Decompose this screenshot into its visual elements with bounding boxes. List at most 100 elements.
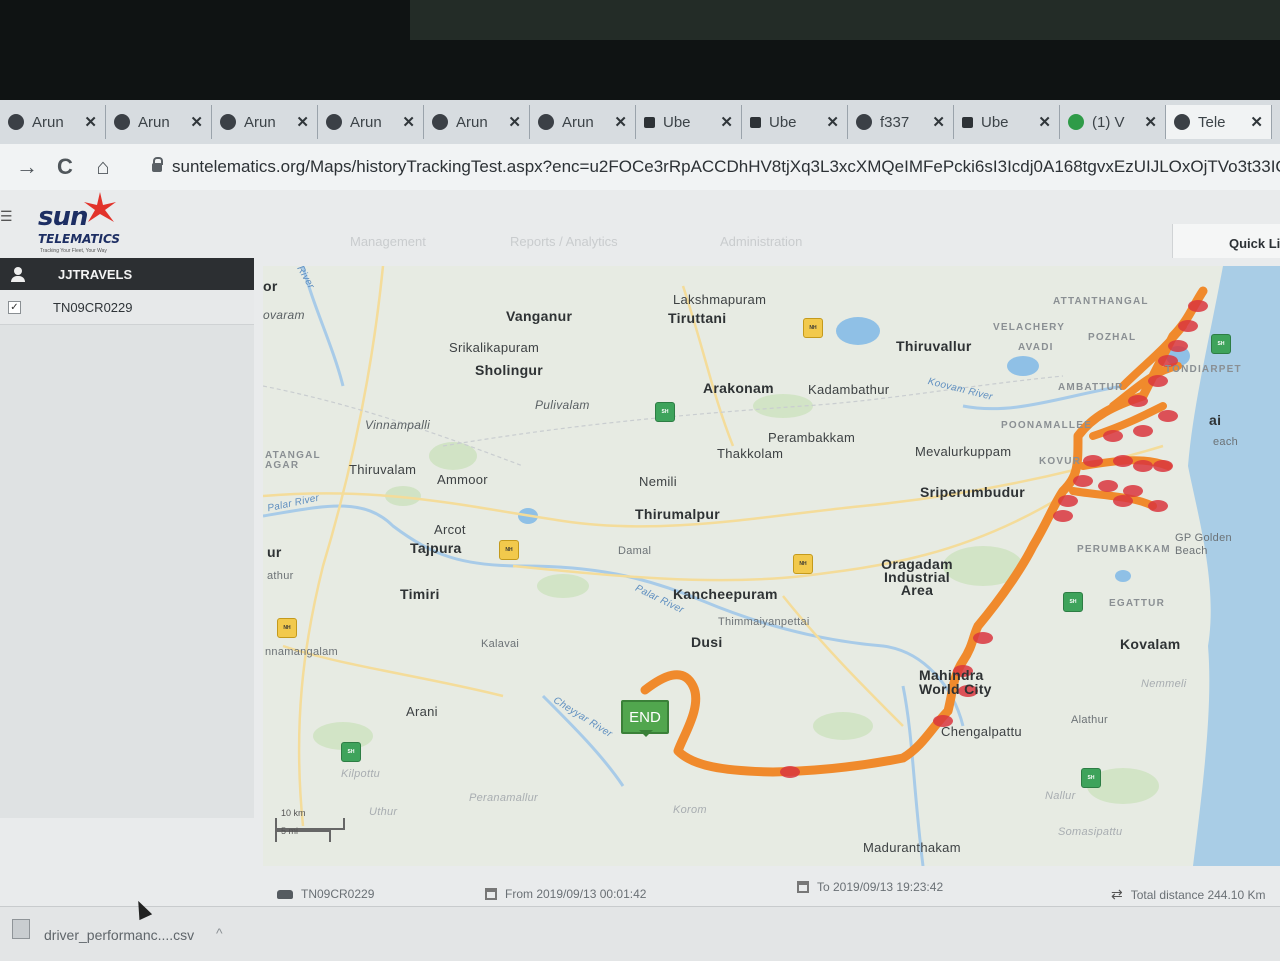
- tab-title: Tele: [1198, 113, 1226, 131]
- browser-tab[interactable]: Arun ✕: [424, 105, 530, 139]
- highway-shield-icon: SH: [1081, 768, 1101, 788]
- map-view[interactable]: Vanganur Lakshmapuram Tiruttani ATTANTHA…: [263, 266, 1280, 866]
- stop-marker[interactable]: [1148, 500, 1168, 512]
- stop-marker[interactable]: [1148, 375, 1168, 387]
- map-label: Sholingur: [475, 362, 544, 378]
- browser-tab[interactable]: Ube ✕: [742, 105, 848, 139]
- stop-marker[interactable]: [1113, 455, 1133, 467]
- close-tab-icon[interactable]: ✕: [1250, 113, 1263, 131]
- globe-icon: [8, 114, 24, 130]
- map-label: Nemmeli: [1141, 678, 1187, 690]
- highway-shield-icon: NH: [793, 554, 813, 574]
- close-tab-icon[interactable]: ✕: [1144, 113, 1157, 131]
- close-tab-icon[interactable]: ✕: [296, 113, 309, 131]
- browser-tab[interactable]: Arun ✕: [318, 105, 424, 139]
- top-nav: Management Reports / Analytics Administr…: [300, 234, 1000, 258]
- highway-shield-icon: SH: [1063, 592, 1083, 612]
- map-label: Maduranthakam: [863, 840, 961, 855]
- browser-tab[interactable]: Tele ✕: [1166, 105, 1272, 139]
- user-bar[interactable]: JJTRAVELS: [0, 258, 254, 290]
- globe-icon: [114, 114, 130, 130]
- stop-marker[interactable]: [1058, 495, 1078, 507]
- suntelematics-logo: sun TELEMATICS Tracking Your Fleet, Your…: [36, 192, 146, 256]
- logo-subtext: TELEMATICS: [38, 232, 120, 246]
- browser-tab[interactable]: (1) V ✕: [1060, 105, 1166, 139]
- car-icon: [277, 889, 293, 899]
- close-tab-icon[interactable]: ✕: [720, 113, 733, 131]
- browser-tab[interactable]: Arun ✕: [530, 105, 636, 139]
- chevron-up-icon[interactable]: ^: [216, 925, 223, 941]
- stop-marker[interactable]: [1158, 410, 1178, 422]
- square-icon: [644, 116, 655, 128]
- highway-shield-icon: NH: [803, 318, 823, 338]
- map-label: or: [263, 278, 278, 294]
- map-label: PERUMBAKKAM: [1077, 544, 1171, 555]
- forward-button[interactable]: →: [8, 154, 46, 180]
- download-file-name[interactable]: driver_performanc....csv: [44, 927, 194, 943]
- map-label: Tiruttani: [668, 310, 727, 326]
- download-bar: driver_performanc....csv ^: [0, 906, 1280, 961]
- user-name: JJTRAVELS: [58, 266, 133, 282]
- tab-title: Arun: [138, 113, 170, 131]
- stop-marker[interactable]: [1178, 320, 1198, 332]
- stop-marker[interactable]: [780, 766, 800, 778]
- tab-title: Arun: [562, 113, 594, 131]
- stop-marker[interactable]: [1083, 455, 1103, 467]
- close-tab-icon[interactable]: ✕: [508, 113, 521, 131]
- tab-title: Arun: [350, 113, 382, 131]
- info-from: From 2019/09/13 00:01:42: [485, 887, 646, 901]
- browser-tab[interactable]: Ube ✕: [636, 105, 742, 139]
- reload-button[interactable]: C: [46, 154, 84, 180]
- vehicle-row[interactable]: ✓ TN09CR0229: [0, 290, 254, 325]
- tab-title: Ube: [769, 113, 797, 131]
- map-label: POZHAL: [1088, 332, 1137, 343]
- map-label: Arcot: [434, 522, 466, 537]
- stop-marker[interactable]: [1128, 395, 1148, 407]
- info-vehicle: TN09CR0229: [277, 887, 374, 901]
- close-tab-icon[interactable]: ✕: [932, 113, 945, 131]
- browser-tab[interactable]: Arun ✕: [0, 105, 106, 139]
- stop-marker[interactable]: [973, 632, 993, 644]
- map-label: Oragadam Industrial Area: [881, 556, 953, 598]
- map-label: POONAMALLEE: [1001, 420, 1092, 431]
- close-tab-icon[interactable]: ✕: [614, 113, 627, 131]
- address-bar[interactable]: suntelematics.org/Maps/historyTrackingTe…: [140, 150, 1280, 184]
- nav-item-reports[interactable]: Reports / Analytics: [510, 234, 618, 249]
- end-marker[interactable]: END: [621, 700, 669, 737]
- browser-tab[interactable]: Arun ✕: [212, 105, 318, 139]
- stop-marker[interactable]: [1073, 475, 1093, 487]
- close-tab-icon[interactable]: ✕: [826, 113, 839, 131]
- browser-tab[interactable]: f337 ✕: [848, 105, 954, 139]
- map-label: Timiri: [400, 586, 440, 602]
- browser-tab[interactable]: Ube ✕: [954, 105, 1060, 139]
- stop-marker[interactable]: [1113, 495, 1133, 507]
- map-label: AGAR: [265, 460, 300, 471]
- stop-marker[interactable]: [1053, 510, 1073, 522]
- quick-links-button[interactable]: Quick Li: [1172, 224, 1280, 258]
- nav-item-management[interactable]: Management: [350, 234, 426, 249]
- stop-marker[interactable]: [1123, 485, 1143, 497]
- browser-tab[interactable]: Arun ✕: [106, 105, 212, 139]
- stop-marker[interactable]: [1103, 430, 1123, 442]
- close-tab-icon[interactable]: ✕: [190, 113, 203, 131]
- calendar-icon: [797, 881, 809, 893]
- stop-marker[interactable]: [1168, 340, 1188, 352]
- close-tab-icon[interactable]: ✕: [1038, 113, 1051, 131]
- stop-marker[interactable]: [1133, 460, 1153, 472]
- menu-icon[interactable]: ☰: [0, 208, 13, 225]
- home-button[interactable]: ⌂: [84, 154, 122, 180]
- close-tab-icon[interactable]: ✕: [84, 113, 97, 131]
- map-label: Pulivalam: [535, 398, 590, 412]
- stop-marker[interactable]: [1098, 480, 1118, 492]
- map-label: TONDIARPET: [1165, 364, 1242, 375]
- nav-item-administration[interactable]: Administration: [720, 234, 802, 249]
- map-label: Perambakkam: [768, 430, 856, 445]
- globe-icon: [326, 114, 342, 130]
- info-vehicle-text: TN09CR0229: [301, 887, 375, 901]
- stop-marker[interactable]: [1188, 300, 1208, 312]
- vehicle-checkbox[interactable]: ✓: [8, 300, 21, 314]
- stop-marker[interactable]: [1153, 460, 1173, 472]
- map-label: EGATTUR: [1109, 598, 1165, 609]
- close-tab-icon[interactable]: ✕: [402, 113, 415, 131]
- stop-marker[interactable]: [1133, 425, 1153, 437]
